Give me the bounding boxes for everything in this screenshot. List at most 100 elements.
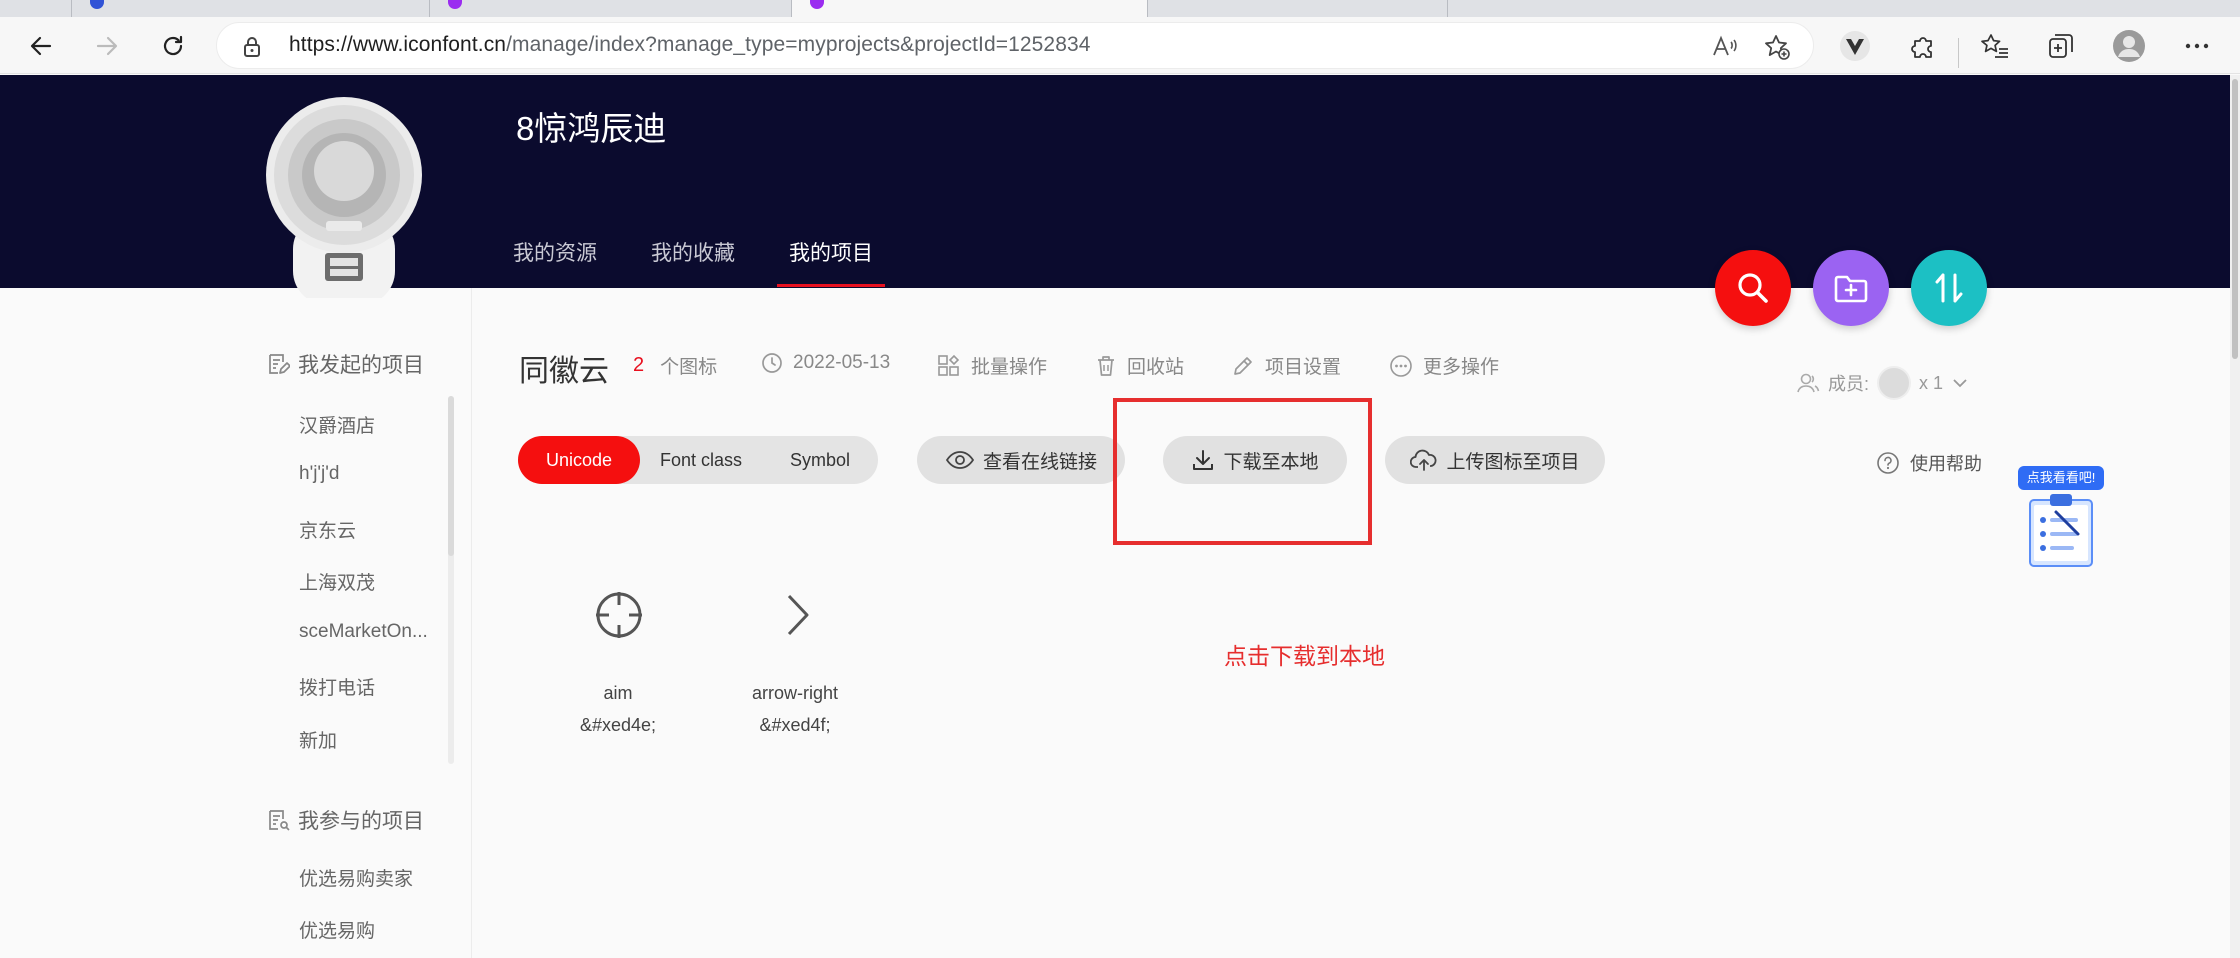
format-fontclass-tab[interactable]: Font class [640,436,762,484]
favorites-button[interactable] [1974,25,2016,67]
batch-operation-button[interactable]: 批量操作 [937,352,1047,379]
helper-bubble: 点我看看吧! [2018,466,2104,490]
folder-add-icon [1834,275,1868,303]
browser-tab-strip [0,0,2240,17]
toolbar-separator [1958,38,1959,68]
icon-count-number: 2 [633,354,645,376]
clipboard-checklist-icon [2029,494,2093,567]
sidebar-project-item[interactable]: 汉爵酒店 [299,411,375,438]
url-path: /manage/index?manage_type=myprojects&pro… [506,33,1091,56]
sidebar-joined-item[interactable]: 优选易购卖家 [299,864,413,891]
sidebar-project-item[interactable]: 拨打电话 [299,673,375,700]
batch-operation-label: 批量操作 [971,357,1048,378]
sidebar-project-item[interactable]: h'j'j'd [299,463,339,485]
chevron-down-icon [1953,379,1967,388]
sidebar-scrollbar[interactable] [448,396,454,764]
address-bar[interactable]: https://www.iconfont.cn/manage/index?man… [216,22,1814,69]
edit-list-icon [269,354,290,374]
members-dropdown[interactable]: 成员: x 1 [1796,366,1969,400]
icon-code-label: &#xed4f; [759,715,831,735]
format-unicode-tab[interactable]: Unicode [518,436,640,484]
upload-label: 上传图标至项目 [1446,451,1580,473]
project-settings-button[interactable]: 项目设置 [1231,352,1341,379]
help-label: 使用帮助 [1910,454,1982,474]
icon-name-label: arrow-right [751,683,839,703]
extensions-button[interactable] [1902,25,1944,67]
tab-favicon-icon [810,0,824,9]
view-online-link-button[interactable]: 查看在线链接 [917,436,1125,484]
browser-tab[interactable] [0,0,72,17]
sidebar-scrollbar-thumb[interactable] [448,396,454,556]
extension-v-button[interactable] [1834,25,1876,67]
clock-icon [762,353,782,373]
recycle-bin-label: 回收站 [1127,357,1185,378]
sidebar-project-item[interactable]: 上海双茂 [299,568,375,595]
sidebar-project-item[interactable]: 京东云 [299,516,356,543]
profile-button[interactable] [2108,25,2150,67]
annotation-text: 点击下载到本地 [1224,643,1385,669]
user-avatar[interactable] [266,95,422,305]
back-arrow-icon [30,36,52,56]
star-add-icon [1765,35,1790,60]
member-avatar [1877,366,1912,400]
nav-my-resources[interactable]: 我的资源 [513,237,597,267]
page-scrollbar[interactable] [2230,75,2240,958]
browser-tab-active[interactable] [792,0,1148,17]
read-aloud-button[interactable] [1710,32,1740,62]
sort-fab-button[interactable] [1911,250,1987,326]
search-fab-button[interactable] [1715,250,1791,326]
project-date: 2022-05-13 [761,352,890,374]
browser-tab[interactable] [72,0,430,17]
project-settings-label: 项目设置 [1265,357,1342,378]
refresh-button[interactable] [152,25,194,67]
vue-devtools-icon [1840,31,1870,61]
nav-active-underline [777,284,885,287]
favorite-add-button[interactable] [1762,32,1792,62]
icon-card-arrow-right[interactable] [774,587,818,643]
more-actions-button[interactable]: 更多操作 [1389,352,1499,379]
recycle-bin-button[interactable]: 回收站 [1095,352,1184,379]
aim-icon [596,592,642,638]
my-projects-title: 我发起的项目 [298,354,424,377]
forward-button[interactable] [86,25,128,67]
page-scrollbar-thumb[interactable] [2232,79,2238,359]
help-circle-icon [1877,452,1899,474]
sidebar-joined-item[interactable]: 优选易购 [299,916,375,943]
project-title: 同徽云 [519,355,609,388]
floating-helper-widget[interactable]: 点我看看吧! [2016,466,2104,570]
more-circle-icon [1390,354,1412,377]
collections-button[interactable] [2040,25,2082,67]
forward-arrow-icon [96,36,118,56]
sidebar-project-item[interactable]: sceMarketOn... [299,621,428,643]
astronaut-avatar-icon [266,97,422,305]
eye-icon [945,451,975,469]
icon-card-aim[interactable] [591,587,647,643]
more-dots-icon [2185,43,2209,49]
help-link[interactable]: 使用帮助 [1876,450,1982,476]
url-host: https://www.iconfont.cn [289,33,507,56]
sidebar-project-item[interactable]: 新加 [299,726,337,753]
settings-more-button[interactable] [2176,25,2218,67]
tab-favicon-icon [448,0,462,9]
browser-tab[interactable] [430,0,792,17]
arrow-right-icon [787,594,809,636]
icon-code-label: &#xed4e; [579,715,657,735]
nav-my-projects[interactable]: 我的项目 [789,237,873,267]
icon-count-unit: 个图标 [660,357,718,378]
format-switcher: Unicode Font class Symbol [518,436,878,484]
back-button[interactable] [20,25,62,67]
nav-my-favorites[interactable]: 我的收藏 [651,237,735,267]
url-text[interactable]: https://www.iconfont.cn/manage/index?man… [289,33,1091,57]
lock-icon[interactable] [243,36,261,58]
batch-grid-icon [938,354,960,376]
read-aloud-icon [1713,35,1737,56]
members-count: x 1 [1919,372,1944,393]
icon-name-label: aim [603,683,633,703]
owner-name: 8惊鸿辰迪 [516,110,667,147]
view-online-label: 查看在线链接 [982,451,1097,473]
upload-icons-button[interactable]: 上传图标至项目 [1385,436,1605,484]
add-folder-fab-button[interactable] [1813,250,1889,326]
browser-tab[interactable] [1148,0,1448,17]
sort-arrows-icon [1935,273,1963,303]
format-symbol-tab[interactable]: Symbol [762,436,878,484]
